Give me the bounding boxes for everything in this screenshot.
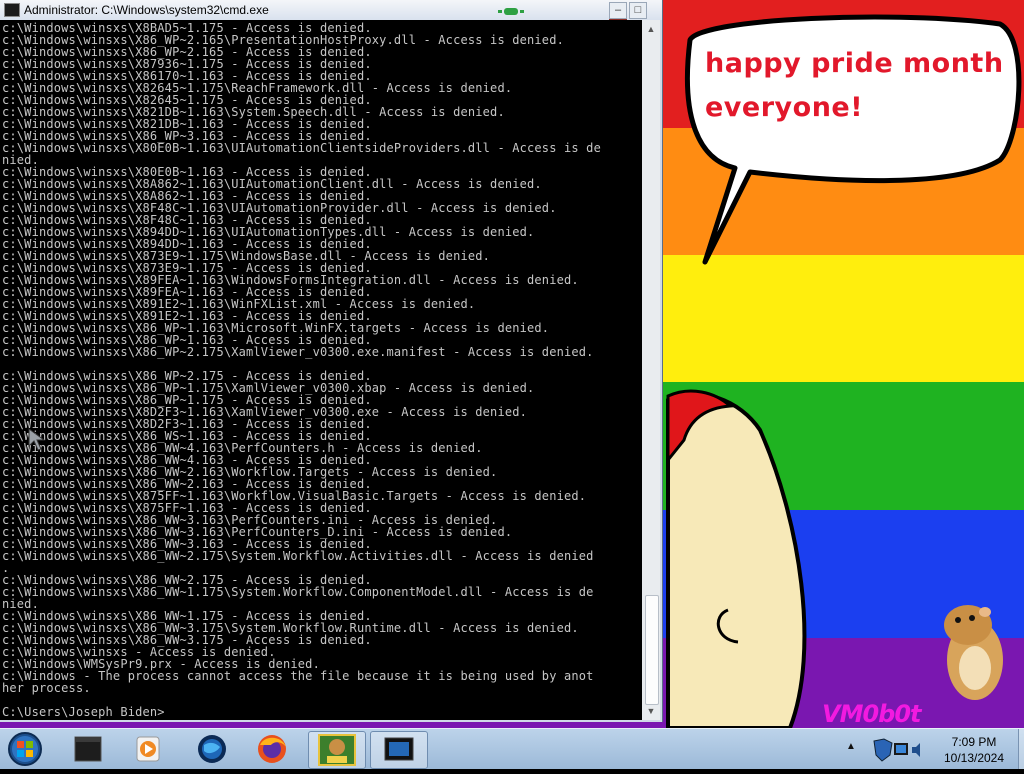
- scroll-down-arrow-icon[interactable]: ▼: [644, 704, 658, 718]
- media-player-icon: [136, 736, 160, 762]
- console-line: c:\Windows\winsxs\X86_WW~1.175\System.Wo…: [2, 585, 594, 599]
- firefox-button[interactable]: [244, 731, 300, 767]
- window-titlebar[interactable]: Administrator: C:\Windows\system32\cmd.e…: [0, 0, 662, 36]
- vertical-scrollbar[interactable]: ▲ ▼: [642, 20, 660, 720]
- show-desktop-button[interactable]: [1018, 729, 1024, 769]
- box-app-button[interactable]: [308, 731, 366, 769]
- maximize-button[interactable]: □: [629, 2, 647, 19]
- windows-orb-icon: [8, 732, 42, 766]
- security-shield-icon: [873, 738, 893, 762]
- character-head: [666, 392, 807, 728]
- volume-icon: [912, 743, 920, 757]
- box-icon: [318, 734, 356, 766]
- system-tray: ▲ 7:09 PM 10/13/2024: [842, 729, 1024, 769]
- hamster-sticker: [944, 605, 1003, 700]
- scroll-thumb[interactable]: [645, 595, 659, 705]
- scroll-up-arrow-icon[interactable]: ▲: [644, 22, 658, 36]
- clock[interactable]: 7:09 PM 10/13/2024: [934, 734, 1014, 766]
- cmd-taskbar-button[interactable]: [60, 731, 116, 767]
- clock-time: 7:09 PM: [951, 735, 997, 749]
- console-output[interactable]: c:\Windows\winsxs\X8BAD5~1.175 - Access …: [0, 20, 642, 720]
- speech-line-2: everyone!: [705, 92, 864, 123]
- start-button[interactable]: [4, 729, 46, 769]
- globe-app-button[interactable]: [184, 731, 240, 767]
- clock-date: 10/13/2024: [943, 751, 1005, 765]
- window-title: Administrator: C:\Windows\system32\cmd.e…: [24, 3, 269, 17]
- tray-icons: [873, 738, 920, 762]
- network-icon: [894, 743, 908, 755]
- minimize-button[interactable]: –: [609, 2, 627, 19]
- cmd-icon: [4, 3, 20, 17]
- firefox-icon: [258, 735, 286, 763]
- console-text: c:\Windows\winsxs\X8BAD5~1.175 - Access …: [0, 20, 642, 718]
- media-player-button[interactable]: [120, 731, 176, 767]
- active-window-button[interactable]: [370, 731, 428, 769]
- console-line: c:\Windows\winsxs\X80E0B~1.163\UIAutomat…: [2, 141, 601, 155]
- terminal-icon: [74, 736, 102, 762]
- console-line: her process.: [2, 681, 91, 695]
- artist-signature: VM0b0t: [822, 700, 922, 728]
- mouse-pointer-icon: [28, 428, 46, 451]
- cmd-window[interactable]: Administrator: C:\Windows\system32\cmd.e…: [0, 0, 663, 722]
- console-line: c:\Windows\winsxs\X86_WW~2.175\System.Wo…: [2, 549, 594, 563]
- green-glow-icon: [498, 8, 524, 15]
- speech-line-1: happy pride month: [705, 48, 1004, 79]
- console-line: c:\Windows\winsxs\X86_WP~2.175\XamlViewe…: [2, 345, 594, 359]
- console-line: C:\Users\Joseph Biden>: [2, 705, 165, 719]
- show-hidden-icons-button[interactable]: ▲: [846, 741, 856, 752]
- speech-bubble-text: happy pride month everyone!: [705, 42, 1005, 130]
- caption-buttons: –□✕: [607, 2, 662, 36]
- taskbar: ▲ 7:09 PM 10/13/2024: [0, 728, 1024, 769]
- monitor-icon: [384, 737, 414, 761]
- globe-icon: [198, 735, 226, 763]
